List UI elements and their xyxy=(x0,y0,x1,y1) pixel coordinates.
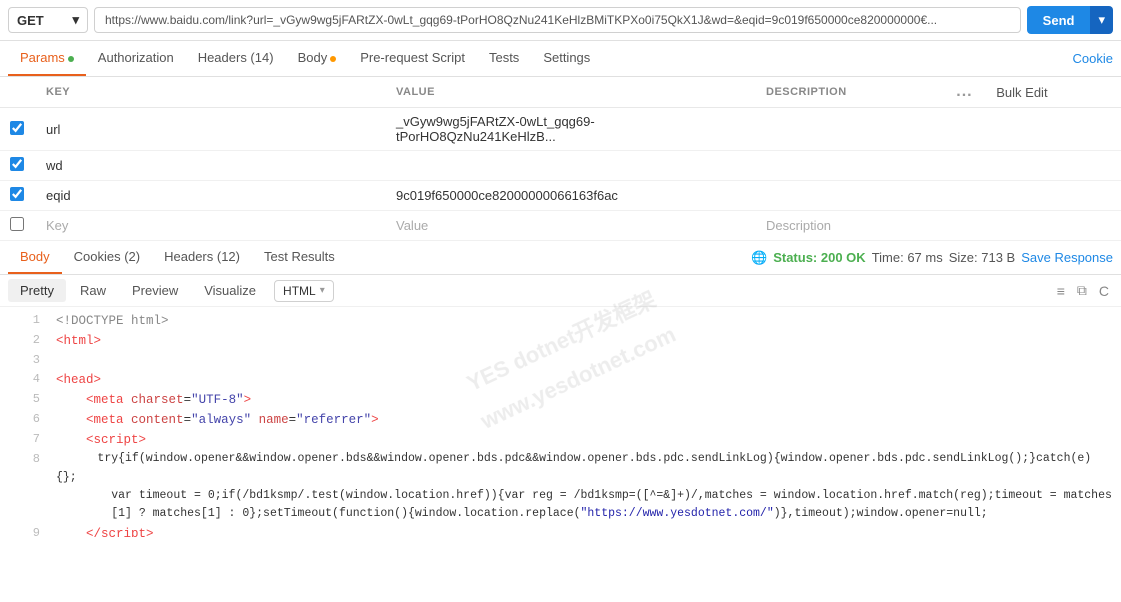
col-description: DESCRIPTION xyxy=(756,77,946,108)
response-tabs: Body Cookies (2) Headers (12) Test Resul… xyxy=(0,241,1121,275)
wrap-icon[interactable]: ≡ xyxy=(1053,281,1069,301)
tab-authorization[interactable]: Authorization xyxy=(86,41,186,76)
code-tab-pretty[interactable]: Pretty xyxy=(8,279,66,302)
row2-checkbox[interactable] xyxy=(10,157,24,171)
tab-pre-request[interactable]: Pre-request Script xyxy=(348,41,477,76)
row1-more-cell xyxy=(946,108,986,151)
row4-value-cell[interactable]: Value xyxy=(386,211,756,241)
status-label: Status: 200 OK xyxy=(773,250,865,265)
params-table: KEY VALUE DESCRIPTION ... Bulk Edit url xyxy=(0,77,1121,241)
bulk-edit-button[interactable]: Bulk Edit xyxy=(996,85,1047,100)
row2-bulk-cell xyxy=(986,151,1121,181)
table-row: Key Value Description xyxy=(0,211,1121,241)
tab-tests[interactable]: Tests xyxy=(477,41,531,76)
code-area[interactable]: 1 <!DOCTYPE html> 2 <html> 3 4 <head> 5 … xyxy=(0,307,1121,537)
copy-icon[interactable]: ⧉ xyxy=(1073,280,1091,301)
send-button[interactable]: Send xyxy=(1027,6,1091,34)
code-line-6: 6 <meta content="always" name="referrer"… xyxy=(0,410,1121,430)
row2-value-cell[interactable] xyxy=(386,151,756,181)
send-group: Send ▾ xyxy=(1027,6,1113,34)
row4-key-cell[interactable]: Key xyxy=(36,211,386,241)
row3-check-cell xyxy=(0,181,36,211)
code-tab-raw[interactable]: Raw xyxy=(68,279,118,302)
code-line-9: 9 </script> xyxy=(0,524,1121,537)
code-tab-preview[interactable]: Preview xyxy=(120,279,190,302)
params-section: KEY VALUE DESCRIPTION ... Bulk Edit url xyxy=(0,77,1121,241)
more-icon[interactable]: ... xyxy=(956,83,972,100)
row3-bulk-cell xyxy=(986,181,1121,211)
method-select[interactable]: GET ▾ xyxy=(8,7,88,33)
tab-params[interactable]: Params xyxy=(8,41,86,76)
url-input[interactable]: https://www.baidu.com/link?url=_vGyw9wg5… xyxy=(94,7,1021,33)
col-bulk: Bulk Edit xyxy=(986,77,1121,108)
lang-label: HTML xyxy=(283,284,316,298)
row3-checkbox[interactable] xyxy=(10,187,24,201)
row2-more-cell xyxy=(946,151,986,181)
code-line-8: 8 try{if(window.opener&&window.opener.bd… xyxy=(0,450,1121,524)
lang-select-dropdown[interactable]: HTML ▾ xyxy=(274,280,334,302)
save-response-link[interactable]: Save Response xyxy=(1021,250,1113,265)
status-area: 🌐 Status: 200 OK Time: 67 ms Size: 713 B… xyxy=(751,250,1113,266)
col-key: KEY xyxy=(36,77,386,108)
row4-check-cell xyxy=(0,211,36,241)
lang-chevron-icon: ▾ xyxy=(320,285,325,296)
time-label: Time: 67 ms xyxy=(872,250,943,265)
table-row: wd xyxy=(0,151,1121,181)
col-more: ... xyxy=(946,77,986,108)
cookie-link[interactable]: Cookie xyxy=(1073,51,1113,66)
method-chevron-icon: ▾ xyxy=(72,12,79,28)
send-dropdown-button[interactable]: ▾ xyxy=(1090,6,1113,34)
table-row: url _vGyw9wg5jFARtZX-0wLt_gqg69-tPorHO8Q… xyxy=(0,108,1121,151)
code-line-7: 7 <script> xyxy=(0,430,1121,450)
code-line-1: 1 <!DOCTYPE html> xyxy=(0,311,1121,331)
method-label: GET xyxy=(17,13,44,28)
clear-icon[interactable]: C xyxy=(1095,281,1113,301)
row3-value-cell[interactable]: 9c019f650000ce82000000066163f6ac xyxy=(386,181,756,211)
row1-desc-cell xyxy=(756,108,946,151)
row1-check-cell xyxy=(0,108,36,151)
row1-key-cell[interactable]: url xyxy=(36,108,386,151)
globe-icon: 🌐 xyxy=(751,250,767,266)
code-line-3: 3 xyxy=(0,351,1121,370)
row3-key-cell[interactable]: eqid xyxy=(36,181,386,211)
row2-check-cell xyxy=(0,151,36,181)
row1-checkbox[interactable] xyxy=(10,121,24,135)
tab-test-results[interactable]: Test Results xyxy=(252,241,347,274)
size-label: Size: 713 B xyxy=(949,250,1016,265)
tab-settings[interactable]: Settings xyxy=(531,41,602,76)
tab-headers[interactable]: Headers (14) xyxy=(186,41,286,76)
table-row: eqid 9c019f650000ce82000000066163f6ac xyxy=(0,181,1121,211)
row2-key-cell[interactable]: wd xyxy=(36,151,386,181)
params-dot xyxy=(68,56,74,62)
row2-desc-cell xyxy=(756,151,946,181)
row4-bulk-cell xyxy=(986,211,1121,241)
row3-more-cell xyxy=(946,181,986,211)
tab-cookies[interactable]: Cookies (2) xyxy=(62,241,152,274)
code-line-4: 4 <head> xyxy=(0,370,1121,390)
code-tabs: Pretty Raw Preview Visualize HTML ▾ ≡ ⧉ … xyxy=(0,275,1121,307)
code-line-2: 2 <html> xyxy=(0,331,1121,351)
tab-response-headers[interactable]: Headers (12) xyxy=(152,241,252,274)
row4-desc-cell: Description xyxy=(756,211,946,241)
code-tab-visualize[interactable]: Visualize xyxy=(192,279,268,302)
row1-value-cell[interactable]: _vGyw9wg5jFARtZX-0wLt_gqg69-tPorHO8QzNu2… xyxy=(386,108,756,151)
col-check xyxy=(0,77,36,108)
row1-bulk-cell xyxy=(986,108,1121,151)
request-tabs: Params Authorization Headers (14) Body P… xyxy=(0,41,1121,77)
row4-more-cell xyxy=(946,211,986,241)
top-bar: GET ▾ https://www.baidu.com/link?url=_vG… xyxy=(0,0,1121,41)
body-dot xyxy=(330,56,336,62)
tab-body[interactable]: Body xyxy=(286,41,349,76)
row4-checkbox[interactable] xyxy=(10,217,24,231)
code-line-5: 5 <meta charset="UTF-8"> xyxy=(0,390,1121,410)
tab-body-response[interactable]: Body xyxy=(8,241,62,274)
row3-desc-cell xyxy=(756,181,946,211)
col-value: VALUE xyxy=(386,77,756,108)
